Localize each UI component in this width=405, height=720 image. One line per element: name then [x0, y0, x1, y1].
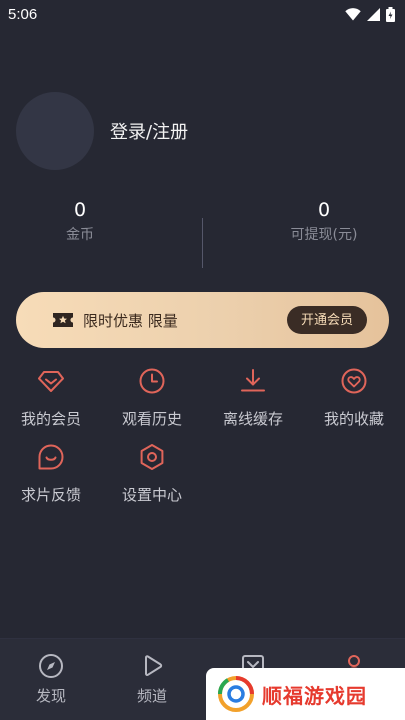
menu-item-offline-cache[interactable]: 离线缓存 — [203, 366, 303, 429]
watermark: 顺福游戏园 — [206, 668, 405, 720]
battery-icon — [386, 6, 395, 22]
watermark-text: 顺福游戏园 — [262, 683, 367, 708]
clock-icon — [139, 368, 165, 394]
nav-label: 频道 — [136, 687, 167, 705]
coins-label: 金币 — [66, 227, 94, 243]
download-icon — [241, 369, 265, 392]
nav-tab-channel[interactable]: 频道 — [102, 653, 202, 706]
withdrawable-value: 0 — [317, 199, 331, 221]
settings-icon — [140, 444, 164, 470]
withdrawable-label: 可提现(元) — [290, 227, 358, 243]
menu-label: 我的收藏 — [323, 410, 384, 428]
vip-promo-banner[interactable]: 限时优惠 限量 开通会员 — [16, 292, 389, 348]
menu-item-my-favorites[interactable]: 我的收藏 — [304, 366, 404, 429]
menu-item-watch-history[interactable]: 观看历史 — [102, 366, 202, 429]
menu-item-request-feedback[interactable]: 求片反馈 — [1, 442, 101, 505]
menu-label: 求片反馈 — [20, 486, 81, 504]
profile-header[interactable]: 登录/注册 — [16, 92, 188, 170]
coins-stat[interactable]: 0 金币 — [0, 196, 180, 244]
ticket-star-icon — [53, 313, 73, 327]
stats-divider — [202, 218, 203, 268]
menu-item-settings[interactable]: 设置中心 — [102, 442, 202, 505]
feedback-icon — [38, 444, 64, 470]
compass-icon — [39, 654, 63, 678]
play-icon — [145, 655, 163, 676]
signal-icon — [367, 7, 380, 21]
status-icons — [345, 6, 395, 22]
coins-value: 0 — [73, 199, 87, 221]
wifi-icon — [345, 7, 361, 20]
withdrawable-stat[interactable]: 0 可提现(元) — [224, 196, 405, 244]
menu-label: 离线缓存 — [222, 410, 283, 428]
status-time: 5:06 — [8, 5, 38, 23]
menu-label: 我的会员 — [20, 410, 81, 428]
status-bar: 5:06 — [0, 0, 405, 28]
open-vip-button[interactable]: 开通会员 — [286, 306, 367, 334]
login-register-link[interactable]: 登录/注册 — [110, 118, 188, 144]
nav-tab-discover[interactable]: 发现 — [1, 653, 101, 706]
watermark-logo-icon — [218, 676, 254, 712]
menu-label: 设置中心 — [121, 486, 182, 504]
menu-item-my-vip[interactable]: 我的会员 — [1, 366, 101, 429]
stats-panel: 0 金币 0 可提现(元) — [0, 196, 405, 272]
menu-label: 观看历史 — [121, 410, 182, 428]
nav-label: 发现 — [35, 687, 66, 705]
diamond-icon — [38, 371, 64, 392]
avatar[interactable] — [16, 92, 94, 170]
vip-promo-text: 限时优惠 限量 — [83, 311, 178, 330]
heart-icon — [341, 368, 367, 394]
